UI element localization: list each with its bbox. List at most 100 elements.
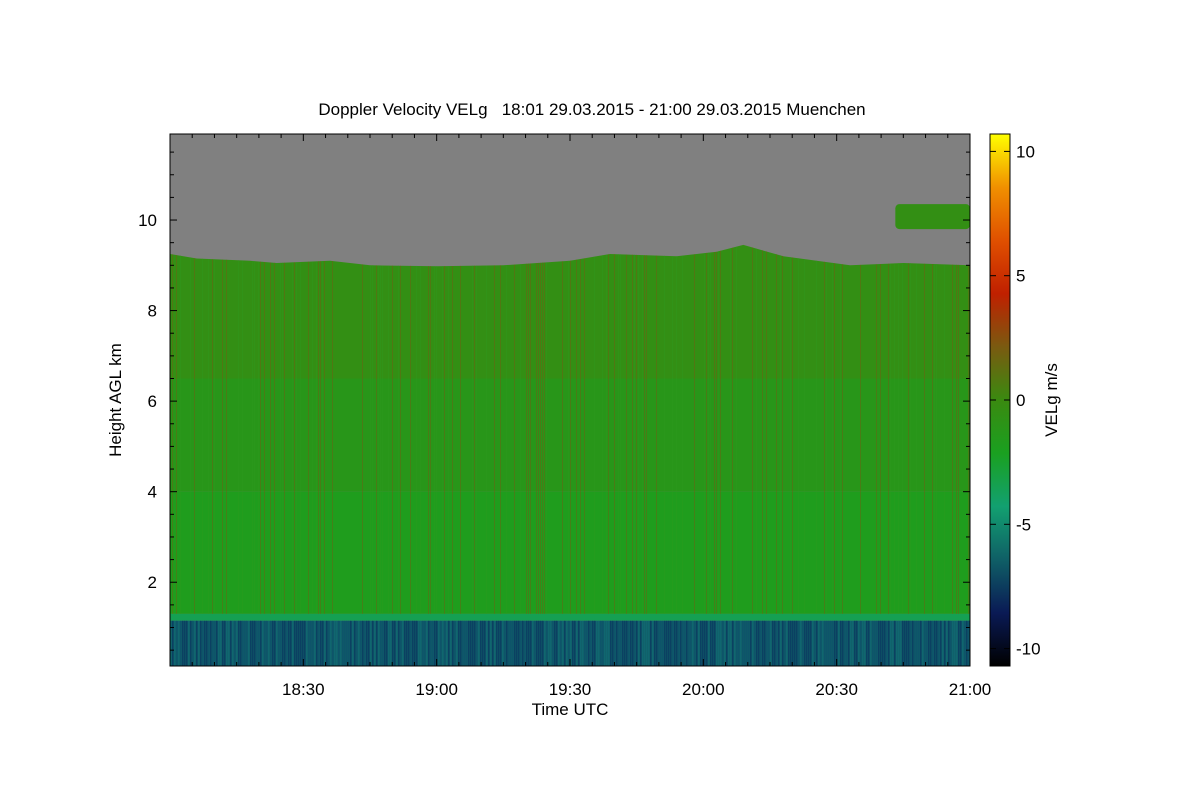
isolated-cloud-feature xyxy=(895,204,970,230)
precip-streak xyxy=(296,620,298,666)
precip-streak xyxy=(598,620,600,666)
precip-streak xyxy=(920,620,922,666)
precip-streak xyxy=(188,620,190,666)
precip-streak xyxy=(770,620,772,666)
precip-streak xyxy=(262,620,264,666)
precip-streak xyxy=(738,620,740,666)
colorbar-tick-label: 5 xyxy=(1016,267,1025,286)
precip-streak xyxy=(748,620,750,666)
precip-streak xyxy=(866,620,868,666)
precip-streak xyxy=(390,620,392,666)
precip-streak xyxy=(954,620,956,666)
precip-streak xyxy=(604,620,606,666)
precip-streak xyxy=(784,620,786,666)
velocity-streak xyxy=(194,258,195,614)
precip-streak xyxy=(646,620,648,666)
precip-streak xyxy=(360,620,362,666)
precip-streak xyxy=(414,620,416,666)
velocity-streak xyxy=(816,260,817,614)
velocity-streak xyxy=(260,261,261,614)
precip-streak xyxy=(290,620,292,666)
precip-streak xyxy=(690,620,692,666)
velocity-streak xyxy=(420,265,421,614)
precip-streak xyxy=(210,620,212,666)
velocity-streak xyxy=(416,265,417,614)
precip-streak xyxy=(348,620,350,666)
velocity-streak xyxy=(296,262,297,614)
precip-streak xyxy=(270,620,272,666)
velocity-streak xyxy=(944,264,945,614)
precip-streak xyxy=(804,620,806,666)
precip-streak xyxy=(208,620,210,666)
precip-streak xyxy=(514,620,516,666)
velocity-streak xyxy=(714,252,715,614)
precip-streak xyxy=(592,620,594,666)
precip-streak xyxy=(178,620,180,666)
precip-streak xyxy=(840,620,842,666)
velocity-streak xyxy=(370,265,371,614)
precip-streak xyxy=(636,620,638,666)
precip-streak xyxy=(244,620,246,666)
precip-streak xyxy=(802,620,804,666)
precip-streak xyxy=(496,620,498,666)
velocity-streak xyxy=(428,266,429,614)
precip-streak xyxy=(314,620,316,666)
precip-streak xyxy=(548,620,550,666)
precip-streak xyxy=(498,620,500,666)
precip-streak xyxy=(428,620,430,666)
velocity-streak xyxy=(238,260,239,614)
precip-streak xyxy=(960,620,962,666)
precip-streak xyxy=(896,620,898,666)
precip-streak xyxy=(202,620,204,666)
velocity-streak xyxy=(452,265,453,614)
precip-streak xyxy=(408,620,410,666)
precip-streak xyxy=(316,620,318,666)
precip-streak xyxy=(782,620,784,666)
velocity-streak xyxy=(300,262,301,614)
precip-streak xyxy=(358,620,360,666)
velocity-streak xyxy=(606,254,607,614)
precip-streak xyxy=(930,620,932,666)
precip-streak xyxy=(952,620,954,666)
precip-streak xyxy=(922,620,924,666)
precip-streak xyxy=(822,620,824,666)
precip-streak xyxy=(734,620,736,666)
precip-streak xyxy=(442,620,444,666)
velocity-streak xyxy=(790,257,791,614)
velocity-streak xyxy=(924,263,925,614)
precip-streak xyxy=(206,620,208,666)
precip-streak xyxy=(882,620,884,666)
velocity-streak xyxy=(644,255,645,614)
velocity-streak xyxy=(528,263,529,614)
velocity-streak xyxy=(642,255,643,614)
precip-streak xyxy=(706,620,708,666)
precip-streak xyxy=(268,620,270,666)
precip-streak xyxy=(248,620,250,666)
velocity-streak xyxy=(936,264,937,614)
precip-streak xyxy=(304,620,306,666)
precip-streak xyxy=(654,620,656,666)
precip-streak xyxy=(350,620,352,666)
precip-streak xyxy=(508,620,510,666)
precip-streak xyxy=(238,620,240,666)
precip-streak xyxy=(282,620,284,666)
precip-streak xyxy=(446,620,448,666)
velocity-streak xyxy=(324,261,325,614)
precip-streak xyxy=(558,620,560,666)
velocity-streak xyxy=(378,265,379,614)
velocity-streak xyxy=(254,261,255,614)
precip-streak xyxy=(438,620,440,666)
velocity-streak xyxy=(842,264,843,614)
velocity-streak xyxy=(400,265,401,614)
precip-streak xyxy=(280,620,282,666)
velocity-streak xyxy=(898,263,899,614)
precip-streak xyxy=(594,620,596,666)
doppler-velocity-chart: Doppler Velocity VELg 18:01 29.03.2015 -… xyxy=(106,100,1061,719)
precip-streak xyxy=(276,620,278,666)
velocity-streak xyxy=(222,259,223,614)
precip-streak xyxy=(580,620,582,666)
precip-streak xyxy=(936,620,938,666)
velocity-streak xyxy=(442,266,443,614)
velocity-streak xyxy=(672,256,673,614)
velocity-streak xyxy=(752,247,753,614)
